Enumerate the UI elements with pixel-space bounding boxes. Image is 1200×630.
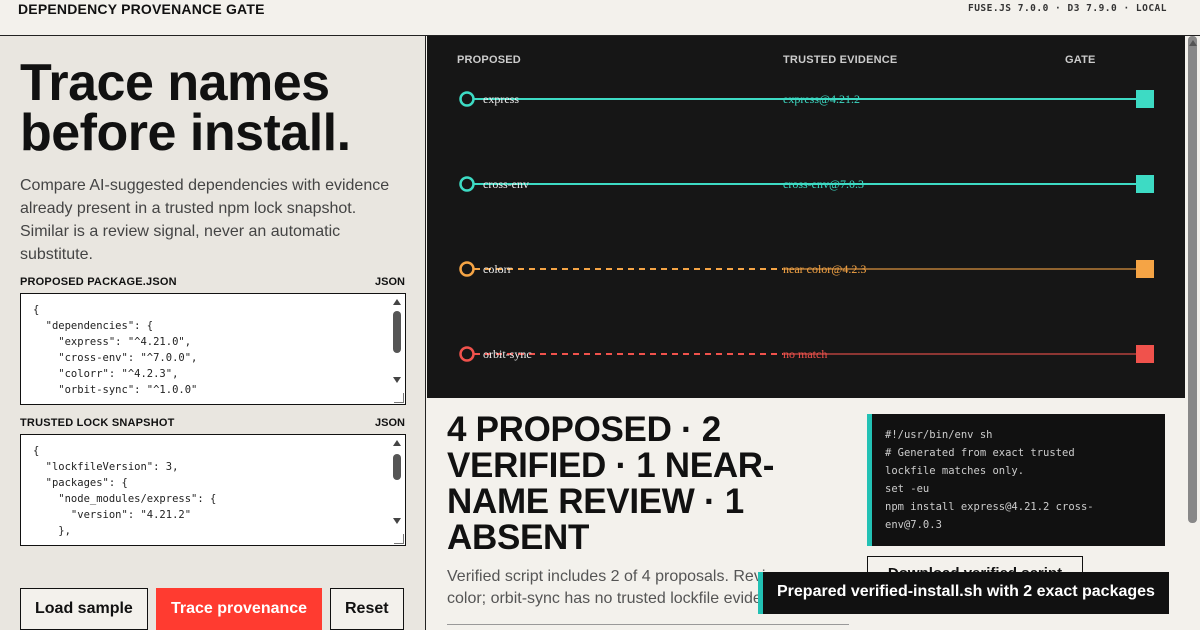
summary-headline: 4 PROPOSED · 2 VERIFIED · 1 NEAR-NAME RE… (447, 410, 775, 557)
page-scroll-up-icon[interactable] (1189, 40, 1197, 46)
summary-divider (447, 624, 849, 625)
gate-status-icon (1136, 175, 1154, 193)
scroll-thumb[interactable] (393, 454, 401, 480)
gate-status-icon (1136, 90, 1154, 108)
scroll-down-icon[interactable] (393, 518, 401, 524)
lock-json-textarea[interactable]: { "lockfileVersion": 3, "packages": { "n… (20, 434, 406, 546)
load-sample-button[interactable]: Load sample (20, 588, 148, 630)
install-script-preview: #!/usr/bin/env sh # Generated from exact… (867, 414, 1165, 546)
input-panel: Trace names before install. Compare AI-s… (0, 36, 426, 630)
proposed-format: JSON (375, 276, 405, 288)
app-title: DEPENDENCY PROVENANCE GATE (18, 1, 265, 17)
hero-line-1: Trace names (20, 54, 330, 112)
proposed-node-icon (459, 91, 475, 107)
evidence-label: near color@4.2.3 (783, 262, 866, 276)
trace-provenance-button[interactable]: Trace provenance (156, 588, 323, 630)
lock-scrollbar[interactable] (391, 436, 404, 544)
evidence-label: no match (783, 347, 827, 361)
proposed-scrollbar[interactable] (391, 295, 404, 403)
lock-format: JSON (375, 417, 405, 429)
scroll-thumb[interactable] (393, 311, 401, 353)
proposed-node-icon (459, 346, 475, 362)
hero-heading: Trace names before install. (20, 54, 420, 162)
gate-status-icon (1136, 260, 1154, 278)
proposed-package-name: express (483, 92, 519, 106)
app-header: DEPENDENCY PROVENANCE GATE FUSE.JS 7.0.0… (0, 0, 1200, 36)
proposed-node-icon (459, 176, 475, 192)
version-info: FUSE.JS 7.0.0 · D3 7.9.0 · LOCAL (967, 3, 1167, 14)
gate-status-icon (1136, 345, 1154, 363)
proposed-json-content: { "dependencies": { "express": "^4.21.0"… (33, 304, 198, 396)
proposed-json-textarea[interactable]: { "dependencies": { "express": "^4.21.0"… (20, 293, 406, 405)
resize-handle-icon[interactable] (394, 393, 404, 403)
page-scroll-thumb[interactable] (1188, 36, 1197, 523)
proposed-package-name: orbit-sync (483, 347, 532, 361)
reset-button[interactable]: Reset (330, 588, 404, 630)
toast-notification: Prepared verified-install.sh with 2 exac… (758, 572, 1169, 614)
proposed-package-name: cross-env (483, 177, 529, 191)
proposed-package-name: colorr (483, 262, 512, 276)
evidence-label: express@4.21.2 (783, 92, 860, 106)
lock-label: TRUSTED LOCK SNAPSHOT (20, 417, 175, 429)
intro-text: Compare AI-suggested dependencies with e… (20, 177, 390, 263)
scroll-up-icon[interactable] (393, 440, 401, 446)
proposed-node-icon (459, 261, 475, 277)
provenance-trace-panel: PROPOSED TRUSTED EVIDENCE GATE express ex… (427, 36, 1185, 398)
install-script-content: #!/usr/bin/env sh # Generated from exact… (885, 429, 1094, 531)
page-scrollbar[interactable] (1185, 36, 1200, 630)
proposed-label: PROPOSED PACKAGE.JSON (20, 276, 177, 288)
trace-graph: express express@4.21.2 cross-env cross-env@… (459, 90, 1154, 363)
scroll-down-icon[interactable] (393, 377, 401, 383)
hero-line-2: before install. (20, 104, 351, 162)
scroll-up-icon[interactable] (393, 299, 401, 305)
resize-handle-icon[interactable] (394, 534, 404, 544)
evidence-label: cross-env@7.0.3 (783, 177, 864, 191)
lock-json-content: { "lockfileVersion": 3, "packages": { "n… (33, 445, 217, 537)
